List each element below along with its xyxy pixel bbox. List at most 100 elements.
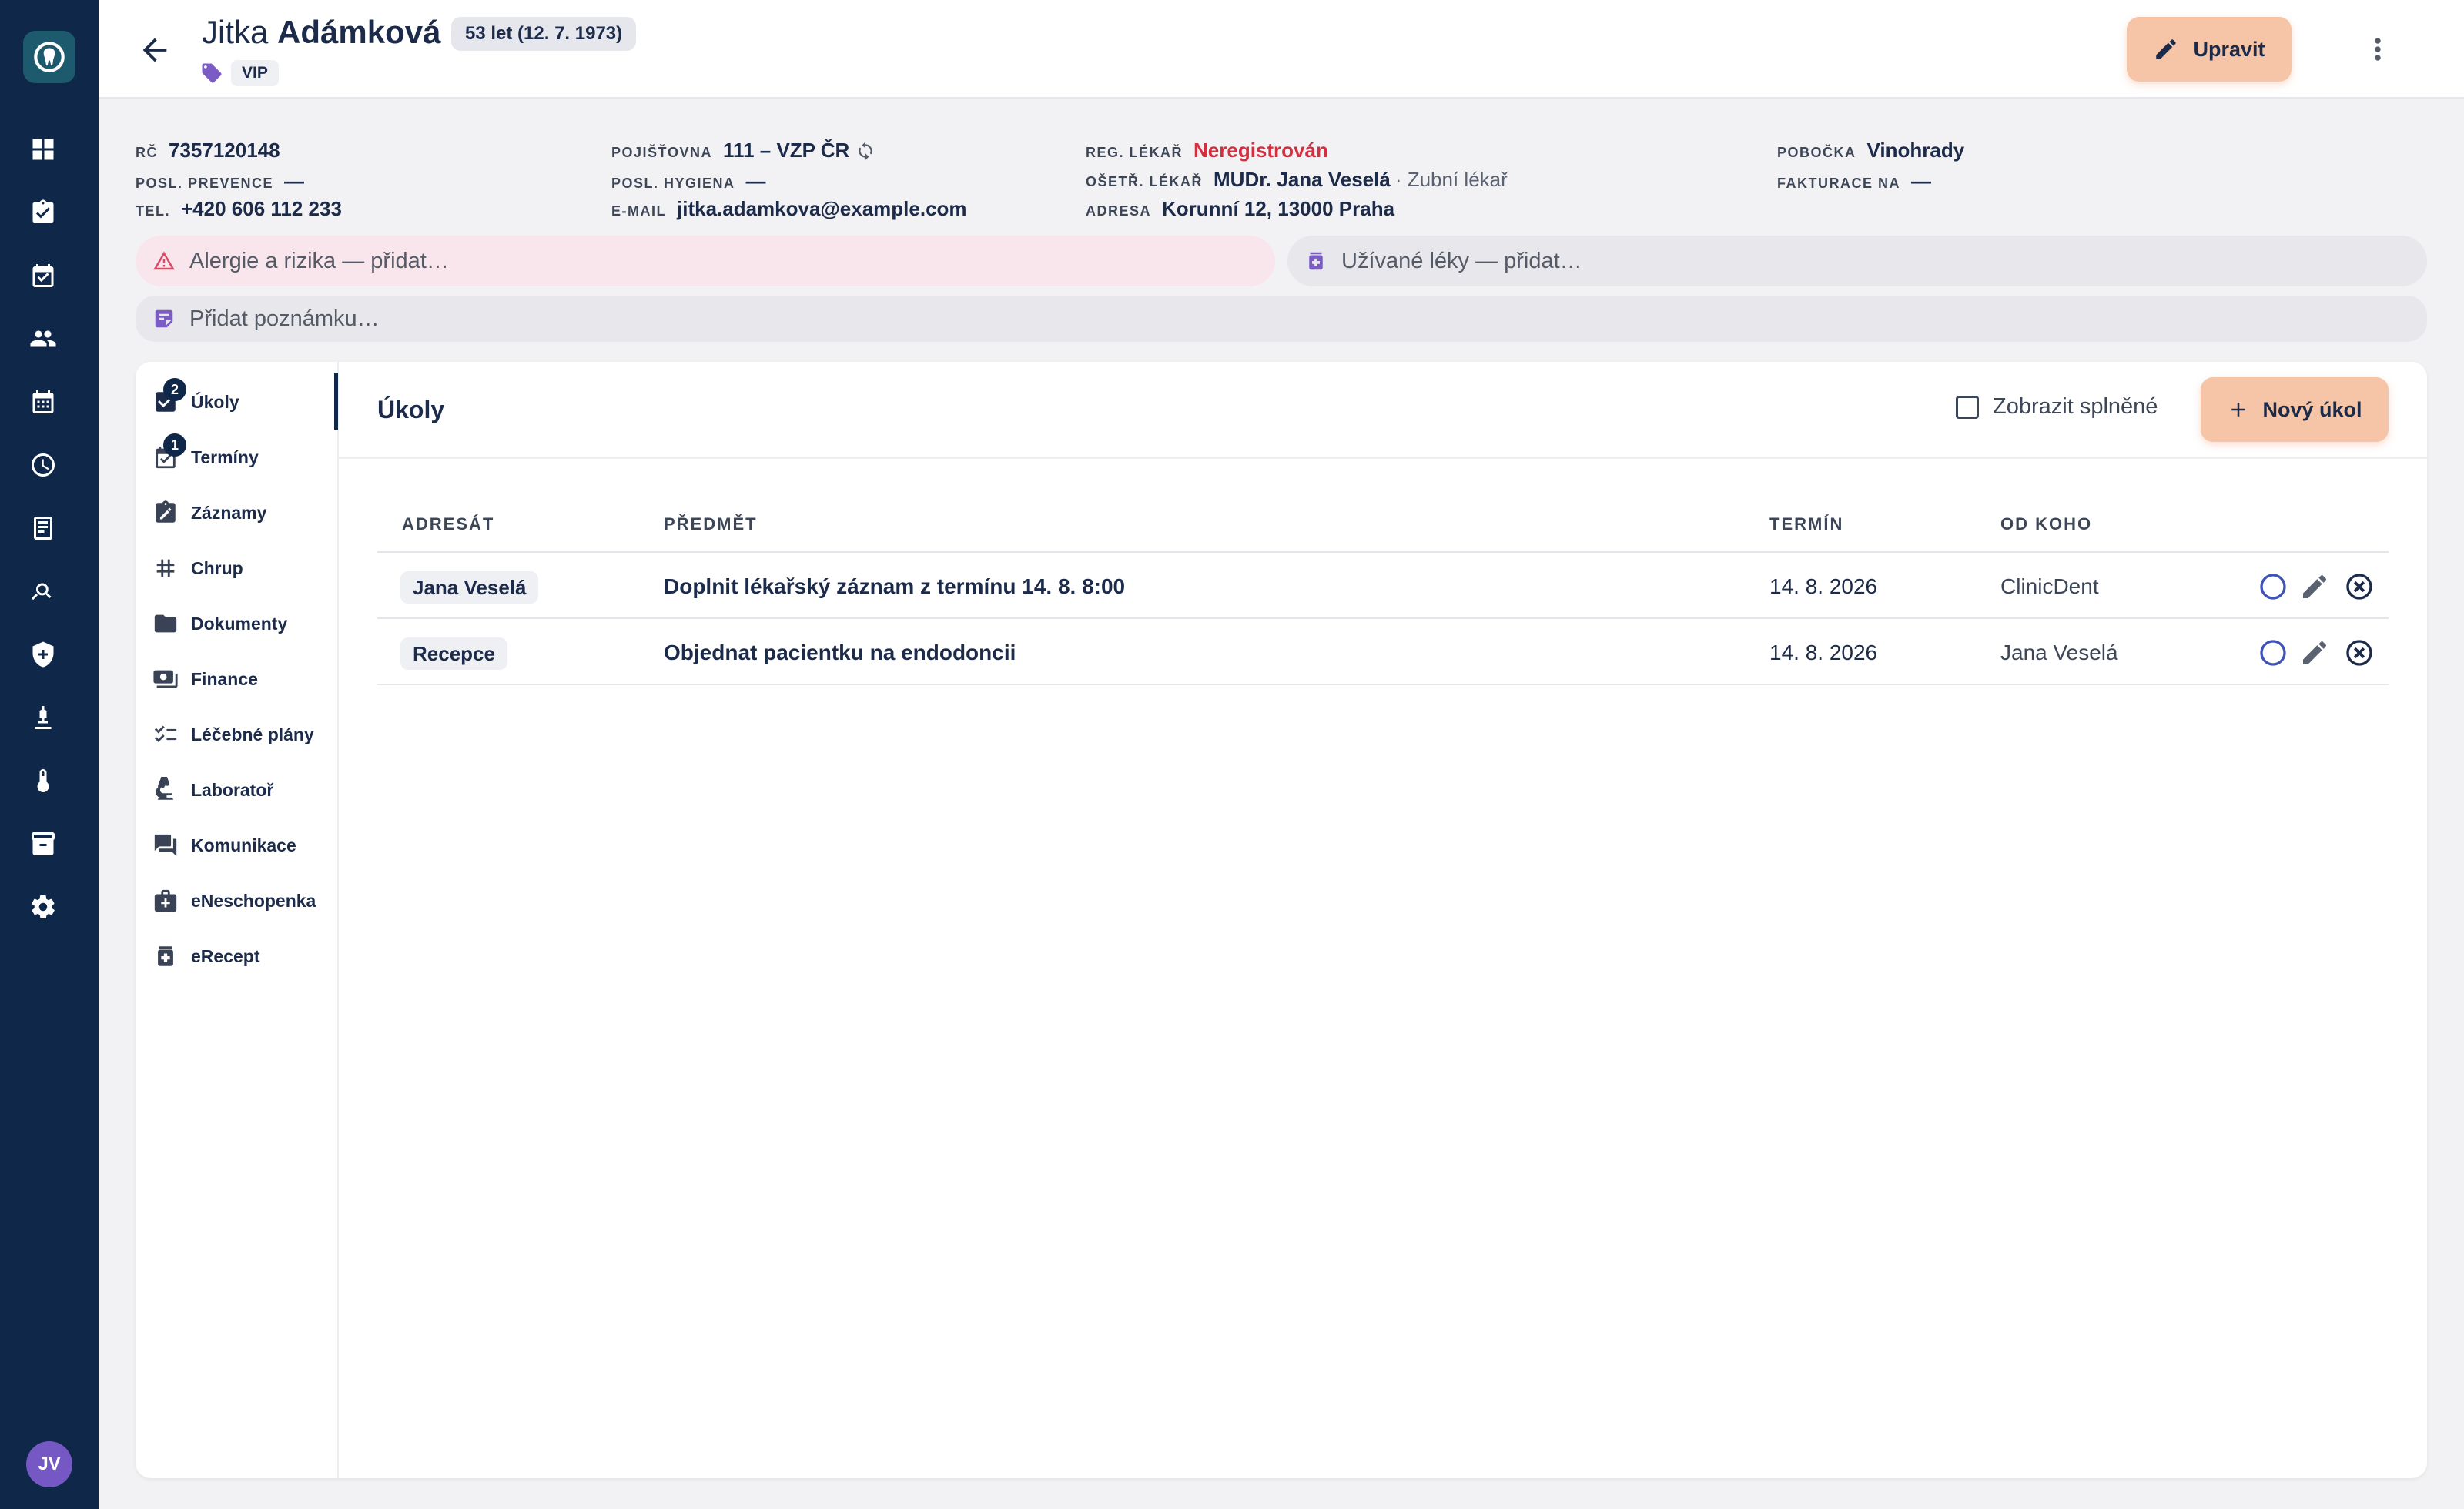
vip-tag[interactable]: VIP [231,60,279,86]
task-from: Jana Veselá [2000,641,2118,664]
task-from: ClinicDent [2000,574,2099,598]
user-avatar[interactable]: JV [26,1441,72,1487]
patient-last-name: Adámková [277,14,441,50]
address-field: ADRESA Korunní 12, 13000 Praha [1086,197,1394,221]
subnav-item-finance[interactable]: Finance [152,661,336,698]
rc-field: RČ 7357120148 [136,139,280,162]
subnav-item-communication[interactable]: Komunikace [152,827,336,864]
show-completed-toggle[interactable]: Zobrazit splněné [1956,394,2158,420]
calendar-grid-icon[interactable] [28,386,59,417]
chat-icon [152,832,179,858]
checklist-icon [152,721,179,748]
thermometer-icon[interactable] [28,765,59,796]
warning-icon [153,251,175,270]
tasks-panel: Úkoly Zobrazit splněné Nový úkol ADRESÁT… [339,362,2427,1478]
task-subject[interactable]: Objednat pacientku na endodoncii [664,641,1016,665]
column-header-due[interactable]: TERMÍN [1769,514,1843,534]
lab-microscope-icon [152,777,179,803]
calendar-check-icon[interactable] [28,260,59,291]
note-field[interactable]: Přidat poznámku… [136,296,2427,342]
subnav-item-appointments[interactable]: 1 Termíny [152,433,336,476]
subnav-label: Laboratoř [191,779,274,800]
plus-icon [2231,403,2246,417]
subnav-item-prescription[interactable]: eRecept [152,938,336,975]
show-completed-checkbox[interactable] [1956,395,1979,419]
patient-name: Jitka Adámková [202,14,440,51]
appointments-count-badge: 1 [163,433,186,457]
new-task-button[interactable]: Nový úkol [2201,377,2389,442]
subnav-label: eRecept [191,945,260,966]
edit-button[interactable]: Upravit [2127,17,2292,82]
settings-icon[interactable] [28,892,59,922]
subnav-label: eNeschopenka [191,890,316,911]
subnav-label: Záznamy [191,502,267,523]
medications-field[interactable]: Užívané léky — přidat… [1287,236,2427,286]
patient-header: Jitka Adámková 53 let (12. 7. 1973) VIP … [99,0,2464,99]
patient-first-name: Jitka [202,14,269,50]
clipboard-check-icon[interactable] [28,197,59,228]
microscope-icon[interactable] [28,702,59,733]
rc-value: 7357120148 [169,139,280,162]
show-completed-label: Zobrazit splněné [1993,394,2158,419]
note-icon [155,309,173,328]
receipt-icon[interactable] [28,513,59,544]
table-row[interactable]: Recepce Objednat pacientku na endodoncii… [377,619,2389,685]
tooth-logo-icon[interactable] [23,31,75,83]
complete-circle-icon[interactable] [2258,637,2288,668]
column-header-from[interactable]: OD KOHO [2000,514,2092,534]
medical-bag-icon [152,888,179,914]
shield-icon[interactable] [28,639,59,670]
subnav-item-dentition[interactable]: Chrup [152,550,336,587]
medication-icon [1309,252,1323,270]
delete-circle-x-icon[interactable] [2344,571,2375,602]
task-subject[interactable]: Doplnit lékařský záznam z termínu 14. 8.… [664,574,1125,599]
subnav-label: Termíny [191,447,259,467]
archive-icon[interactable] [28,828,59,859]
address-value: Korunní 12, 13000 Praha [1162,197,1395,220]
tasks-title: Úkoly [377,396,445,423]
edit-pencil-icon[interactable] [2299,571,2330,602]
hygiene-value: — [745,169,766,192]
appointment-icon: 1 [152,433,186,470]
billing-value: — [1911,169,1931,192]
subnav-item-documents[interactable]: Dokumenty [152,605,336,642]
phone-value[interactable]: +420 606 112 233 [181,197,342,221]
rc-label: RČ [136,145,158,160]
dentition-grid-icon [152,555,179,581]
more-vert-icon[interactable] [2361,32,2395,66]
billing-field: FAKTURACE NA — [1777,169,1931,193]
subnav-item-treatment-plans[interactable]: Léčebné plány [152,716,336,753]
subnav-item-lab[interactable]: Laboratoř [152,771,336,808]
analytics-icon[interactable] [28,576,59,607]
edit-pencil-icon[interactable] [2299,637,2330,668]
delete-circle-x-icon[interactable] [2344,637,2375,668]
subnav-item-sick-leave[interactable]: eNeschopenka [152,882,336,919]
note-placeholder: Přidat poznámku… [189,306,380,331]
clock-icon[interactable] [28,450,59,480]
sync-icon[interactable] [855,141,875,161]
column-header-addressee[interactable]: ADRESÁT [402,514,494,534]
email-label: E-MAIL [611,203,666,219]
subnav-label: Úkoly [191,391,239,412]
subnav-label: Finance [191,668,258,689]
dashboard-icon[interactable] [28,134,59,165]
task-due: 14. 8. 2026 [1769,641,1878,664]
subnav-item-tasks[interactable]: 2 Úkoly [152,378,336,420]
allergy-field[interactable]: Alergie a rizika — přidat… [136,236,1275,286]
prescription-icon [152,943,179,969]
email-value[interactable]: jitka.adamkova@example.com [677,197,967,221]
patients-icon[interactable] [28,323,59,354]
phone-label: TEL. [136,203,170,219]
email-field: E-MAIL jitka.adamkova@example.com [611,197,967,221]
subnav-item-records[interactable]: Záznamy [152,494,336,531]
new-task-label: Nový úkol [2262,397,2362,421]
phone-field: TEL. +420 606 112 233 [136,197,342,221]
column-header-subject[interactable]: PŘEDMĚT [664,514,758,534]
table-row[interactable]: Jana Veselá Doplnit lékařský záznam z te… [377,553,2389,619]
insurance-label: POJIŠŤOVNA [611,145,713,160]
complete-circle-icon[interactable] [2258,571,2288,602]
reg-doctor-field: REG. LÉKAŘ Neregistrován [1086,139,1328,162]
tasks-panel-header: Úkoly Zobrazit splněné Nový úkol [339,362,2427,459]
treating-doctor-role: · Zubní lékař [1394,168,1508,191]
back-arrow-icon[interactable] [137,32,172,68]
